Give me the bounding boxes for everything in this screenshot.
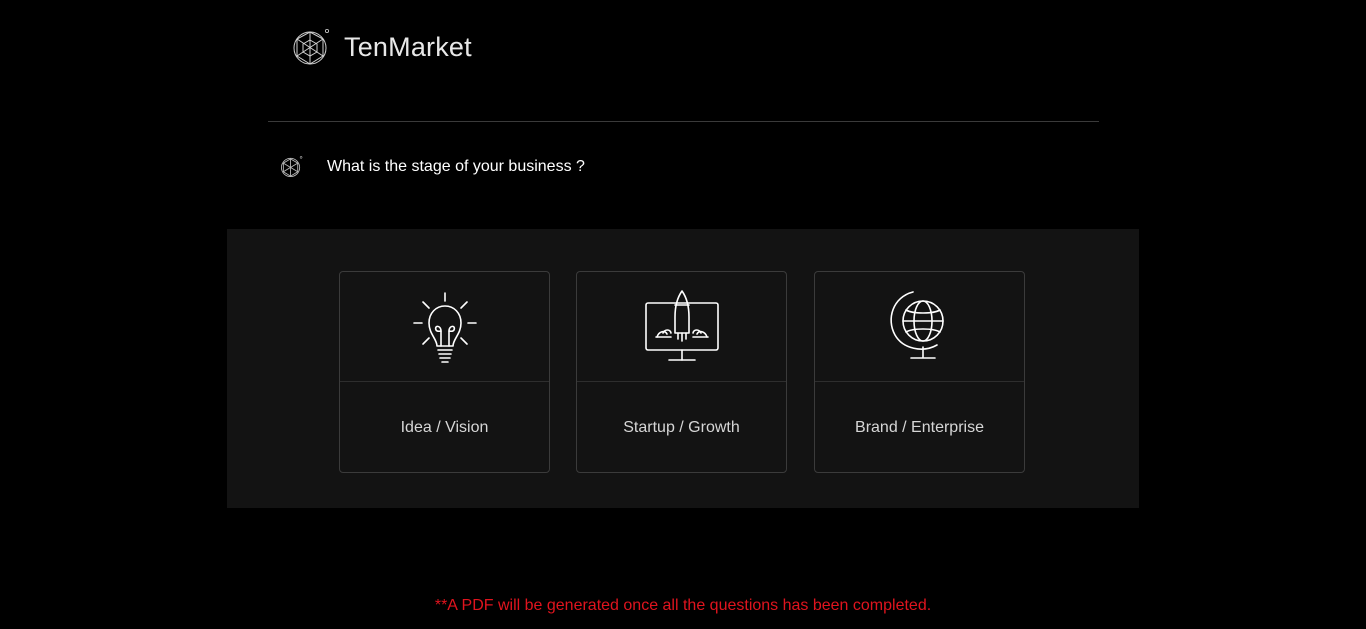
header-divider bbox=[268, 121, 1099, 122]
option-startup-growth[interactable]: Startup / Growth bbox=[576, 271, 787, 473]
option-icon-area bbox=[577, 272, 786, 382]
geodesic-sphere-icon bbox=[293, 28, 330, 65]
question: What is the stage of your business ? bbox=[280, 155, 585, 178]
option-label: Brand / Enterprise bbox=[855, 419, 984, 436]
brand-name: TenMarket bbox=[344, 32, 472, 62]
page: TenMarket What is the stage of your busi… bbox=[0, 0, 1366, 629]
lightbulb-icon bbox=[412, 291, 477, 363]
option-label: Idea / Vision bbox=[400, 419, 489, 436]
option-label: Startup / Growth bbox=[623, 419, 740, 436]
option-icon-area bbox=[340, 272, 549, 382]
option-brand-enterprise[interactable]: Brand / Enterprise bbox=[814, 271, 1025, 473]
pdf-generation-note: **A PDF will be generated once all the q… bbox=[434, 597, 932, 614]
globe-icon bbox=[889, 290, 944, 359]
option-icon-area bbox=[815, 272, 1024, 382]
option-idea-vision[interactable]: Idea / Vision bbox=[339, 271, 550, 473]
rocket-monitor-icon bbox=[644, 289, 719, 361]
brand-header[interactable]: TenMarket bbox=[292, 28, 472, 66]
geodesic-sphere-icon bbox=[281, 156, 303, 177]
options-panel: Idea / Vision Startup / Growth Brand / E… bbox=[227, 229, 1139, 508]
question-text: What is the stage of your business ? bbox=[327, 157, 585, 175]
